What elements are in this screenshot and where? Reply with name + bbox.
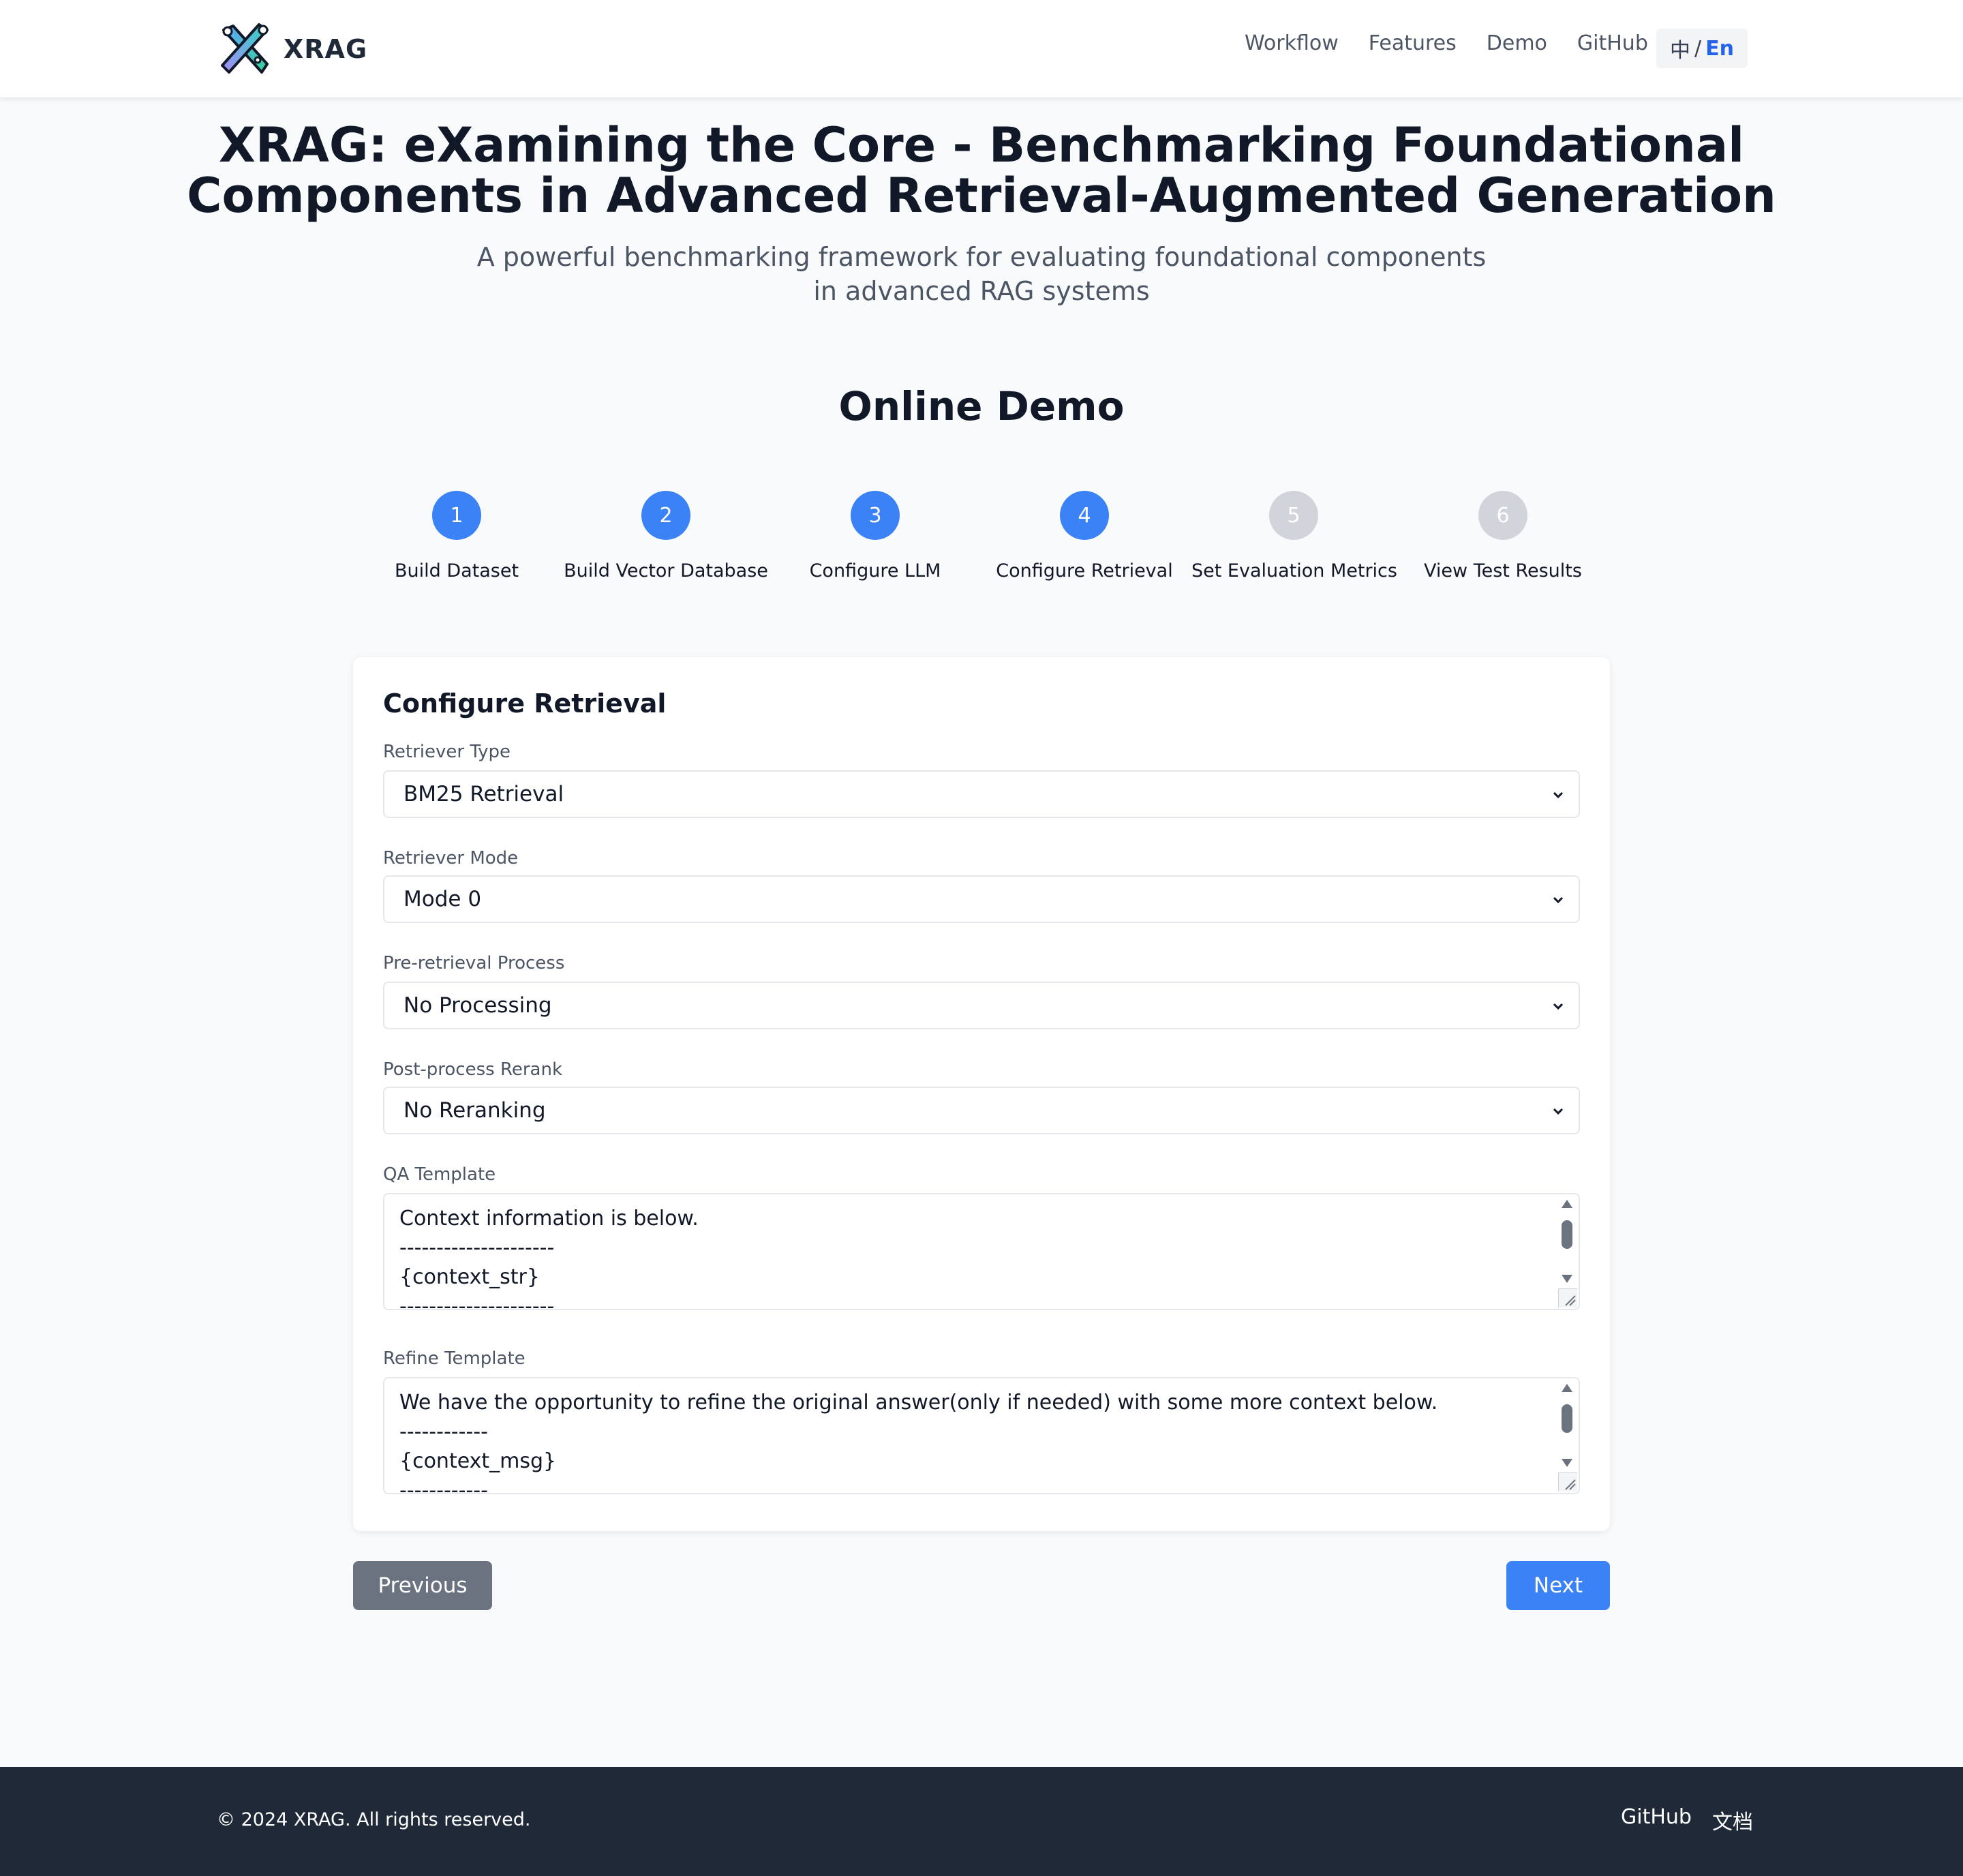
brand[interactable]: XRAG — [217, 22, 367, 76]
previous-button[interactable]: Previous — [353, 1561, 492, 1610]
lang-separator: / — [1694, 36, 1702, 61]
footer-links: GitHub 文档 — [1621, 1805, 1753, 1835]
page-title-line-1: XRAG: eXamining the Core - Benchmarking … — [218, 117, 1745, 173]
step-build-dataset[interactable]: 1 Build Dataset — [354, 491, 559, 581]
refine-template-scrollbar[interactable] — [1558, 1381, 1576, 1483]
footer-link-github[interactable]: GitHub — [1621, 1805, 1692, 1835]
nav-link-features[interactable]: Features — [1369, 31, 1457, 55]
nav-links: Workflow Features Demo GitHub — [1245, 31, 1648, 55]
scroll-up-icon[interactable] — [1562, 1200, 1572, 1208]
top-navbar: XRAG Workflow Features Demo GitHub 中 / E… — [0, 0, 1963, 98]
retriever-type-select[interactable]: BM25 Retrieval — [383, 770, 1580, 818]
step-circle: 5 — [1269, 491, 1318, 540]
scroll-thumb[interactable] — [1562, 1404, 1572, 1433]
refine-template-text: We have the opportunity to refine the or… — [399, 1391, 1438, 1494]
post-rerank-select[interactable]: No Reranking — [383, 1087, 1580, 1134]
scroll-down-icon[interactable] — [1562, 1275, 1572, 1283]
nav-link-demo[interactable]: Demo — [1487, 31, 1547, 55]
retriever-mode-value: Mode 0 — [404, 887, 482, 911]
step-configure-retrieval[interactable]: 4 Configure Retrieval — [982, 491, 1187, 581]
pre-retrieval-value: No Processing — [404, 993, 552, 1018]
resize-handle-icon[interactable] — [1558, 1288, 1577, 1307]
footer: © 2024 XRAG. All rights reserved. GitHub… — [0, 1767, 1963, 1876]
qa-template-scrollbar[interactable] — [1558, 1197, 1576, 1299]
pre-retrieval-label: Pre-retrieval Process — [383, 953, 565, 973]
scroll-up-icon[interactable] — [1562, 1384, 1572, 1392]
post-rerank-value: No Reranking — [404, 1098, 546, 1123]
step-circle: 4 — [1060, 491, 1109, 540]
chevron-down-icon — [1553, 896, 1564, 904]
page-subtitle: A powerful benchmarking framework for ev… — [436, 240, 1527, 308]
next-button[interactable]: Next — [1506, 1561, 1610, 1610]
step-view-test-results[interactable]: 6 View Test Results — [1401, 491, 1605, 581]
step-configure-llm[interactable]: 3 Configure LLM — [773, 491, 977, 581]
qa-template-label: QA Template — [383, 1164, 496, 1185]
pre-retrieval-select[interactable]: No Processing — [383, 982, 1580, 1029]
language-toggle[interactable]: 中 / En — [1656, 29, 1748, 68]
qa-template-text: Context information is below. ----------… — [399, 1207, 699, 1310]
page-subtitle-line-1: A powerful benchmarking framework for ev… — [476, 242, 1487, 272]
stepper: 1 Build Dataset 2 Build Vector Database … — [354, 491, 1609, 593]
step-circle: 1 — [432, 491, 481, 540]
refine-template-textarea[interactable]: We have the opportunity to refine the or… — [383, 1377, 1580, 1494]
step-circle: 6 — [1478, 491, 1527, 540]
step-label: Configure Retrieval — [996, 560, 1173, 581]
resize-handle-icon[interactable] — [1558, 1472, 1577, 1492]
page-title-line-2: Components in Advanced Retrieval-Augment… — [187, 168, 1776, 224]
configure-retrieval-card: Configure Retrieval Retriever Type BM25 … — [353, 657, 1610, 1531]
scroll-down-icon[interactable] — [1562, 1459, 1572, 1467]
lang-zh[interactable]: 中 — [1670, 33, 1690, 63]
brand-name: XRAG — [284, 34, 368, 64]
step-circle: 3 — [851, 491, 900, 540]
retriever-mode-label: Retriever Mode — [383, 848, 519, 868]
step-set-evaluation-metrics[interactable]: 5 Set Evaluation Metrics — [1191, 491, 1397, 581]
step-label: Build Dataset — [394, 560, 519, 581]
step-label: Configure LLM — [809, 560, 941, 581]
retriever-type-label: Retriever Type — [383, 742, 511, 762]
nav-link-github[interactable]: GitHub — [1577, 31, 1648, 55]
qa-template-textarea[interactable]: Context information is below. ----------… — [383, 1193, 1580, 1310]
lang-en[interactable]: En — [1705, 37, 1734, 61]
card-title: Configure Retrieval — [383, 689, 667, 718]
step-build-vector-database[interactable]: 2 Build Vector Database — [564, 491, 768, 581]
chevron-down-icon — [1553, 791, 1564, 799]
post-rerank-label: Post-process Rerank — [383, 1059, 563, 1080]
page-subtitle-line-2: in advanced RAG systems — [813, 276, 1150, 306]
refine-template-label: Refine Template — [383, 1348, 526, 1369]
footer-link-docs[interactable]: 文档 — [1712, 1805, 1753, 1835]
xrag-logo-icon — [221, 23, 269, 74]
retriever-type-value: BM25 Retrieval — [404, 782, 564, 806]
chevron-down-icon — [1553, 1003, 1564, 1010]
step-label: View Test Results — [1424, 560, 1582, 581]
retriever-mode-select[interactable]: Mode 0 — [383, 875, 1580, 923]
step-label: Set Evaluation Metrics — [1191, 560, 1397, 581]
online-demo-heading: Online Demo — [838, 383, 1125, 429]
step-label: Build Vector Database — [564, 560, 768, 581]
nav-link-workflow[interactable]: Workflow — [1245, 31, 1339, 55]
copyright: © 2024 XRAG. All rights reserved. — [217, 1809, 531, 1830]
step-circle: 2 — [641, 491, 690, 540]
scroll-thumb[interactable] — [1562, 1220, 1572, 1249]
page-title: XRAG: eXamining the Core - Benchmarking … — [136, 120, 1827, 221]
chevron-down-icon — [1553, 1108, 1564, 1115]
